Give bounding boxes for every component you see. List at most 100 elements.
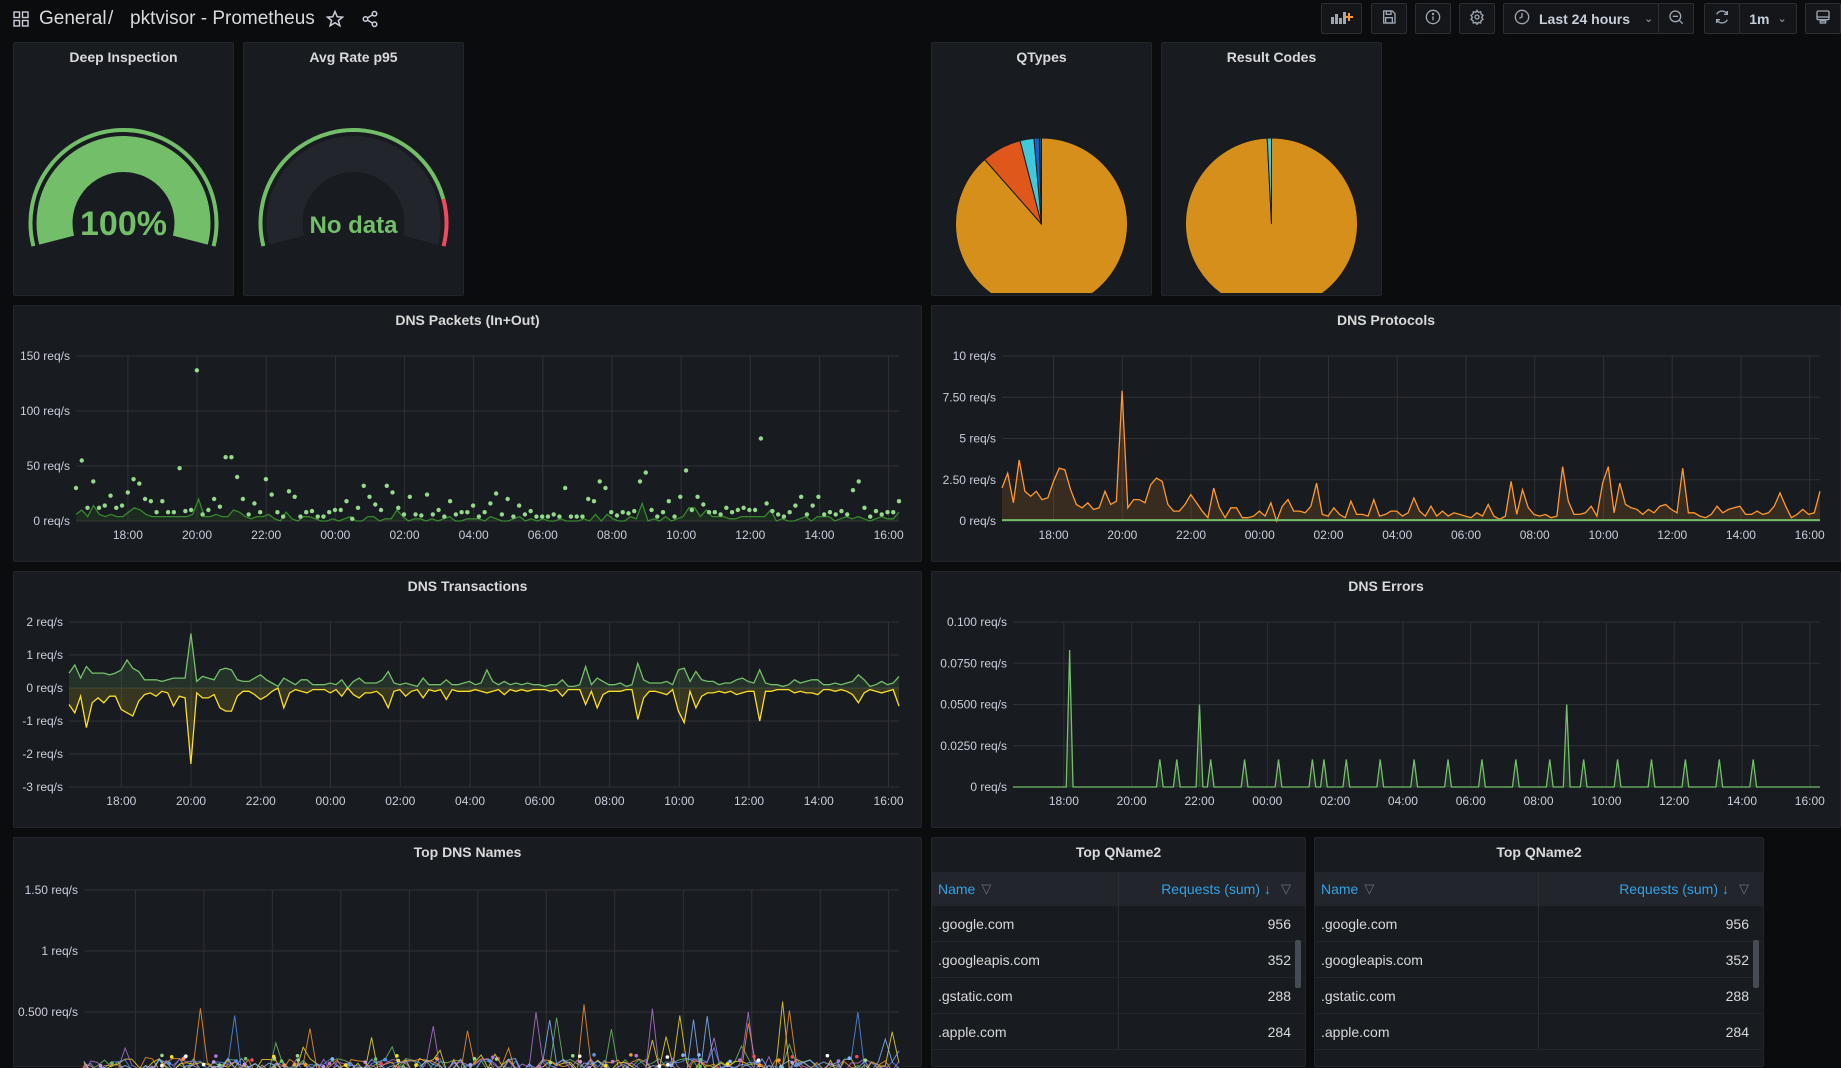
settings-icon [1469, 9, 1485, 29]
table-row[interactable]: .googleapis.com352 [1315, 942, 1763, 978]
x-tick-label: 02:00 [389, 528, 419, 542]
data-point [738, 1058, 742, 1062]
data-point [356, 506, 360, 510]
table-row[interactable]: .apple.com284 [1315, 1014, 1763, 1050]
panel-top-dns-names: Top DNS Names 0.500 req/s1 req/s1.50 req… [13, 837, 922, 1067]
add-panel-button[interactable] [1321, 3, 1362, 34]
zoom-out-button[interactable] [1658, 3, 1694, 34]
panel-dns-protocols: DNS Protocols 0 req/s2.50 req/s5 req/s7.… [931, 305, 1841, 562]
filter-icon[interactable]: ▽ [1364, 881, 1374, 897]
data-point [657, 1064, 661, 1068]
breadcrumb-folder[interactable]: General [39, 8, 107, 30]
y-tick-label: -3 req/s [22, 780, 63, 794]
data-point [488, 1059, 492, 1063]
data-point [666, 1063, 670, 1067]
data-point [511, 514, 515, 518]
dashboard-settings-button[interactable] [1459, 3, 1495, 34]
column-header-name[interactable]: Name▽ [1315, 872, 1539, 906]
data-point [333, 508, 337, 512]
data-point [298, 514, 302, 518]
table-scrollbar[interactable] [1295, 940, 1301, 988]
data-point [777, 1058, 781, 1062]
data-point [283, 1063, 287, 1067]
column-header-requests[interactable]: Requests (sum)↓▽ [1539, 872, 1763, 906]
data-point [258, 510, 262, 514]
data-point [448, 499, 452, 503]
data-point [805, 512, 809, 516]
table-row[interactable]: .gstatic.com288 [932, 978, 1305, 1014]
save-dashboard-button[interactable] [1371, 3, 1407, 34]
tv-mode-button[interactable] [1805, 3, 1841, 34]
panel-title: Deep Inspection [14, 49, 233, 65]
x-tick-label: 16:00 [874, 794, 904, 808]
x-tick-label: 20:00 [176, 794, 206, 808]
y-tick-label: 100 req/s [20, 404, 70, 418]
panel-title: Avg Rate p95 [244, 49, 463, 65]
data-point [435, 1057, 439, 1061]
pie-chart-result-codes [1162, 73, 1381, 293]
table-row[interactable]: .google.com956 [1315, 906, 1763, 942]
x-tick-label: 02:00 [1320, 794, 1350, 808]
data-point [363, 1060, 367, 1064]
x-tick-label: 02:00 [385, 794, 415, 808]
data-point [517, 503, 521, 507]
table-row[interactable]: .gstatic.com288 [1315, 978, 1763, 1014]
star-icon[interactable] [326, 10, 344, 33]
dashboard-info-button[interactable] [1415, 3, 1451, 34]
data-point [592, 1053, 596, 1057]
data-point [578, 1054, 582, 1058]
table-scrollbar[interactable] [1753, 940, 1759, 988]
chart-dns-packets: 0 req/s50 req/s100 req/s150 req/s18:0020… [14, 336, 921, 561]
data-point [523, 512, 527, 516]
apps-icon[interactable] [13, 11, 29, 32]
refresh-button[interactable] [1704, 3, 1740, 34]
x-tick-label: 00:00 [1245, 528, 1275, 542]
data-point [764, 501, 768, 505]
filter-icon[interactable]: ▽ [1739, 881, 1749, 897]
data-point [413, 512, 417, 516]
time-range-picker[interactable]: Last 24 hours ⌄ [1503, 3, 1659, 34]
dashboard-title[interactable]: pktvisor - Prometheus [130, 8, 315, 30]
data-point [344, 499, 348, 503]
data-point [103, 503, 107, 507]
data-point [431, 512, 435, 516]
data-point [713, 510, 717, 514]
data-point [160, 1054, 164, 1058]
data-point [826, 1054, 830, 1058]
refresh-interval-picker[interactable]: 1m ⌄ [1739, 3, 1797, 34]
pie-chart-qtypes [932, 73, 1151, 293]
column-header-name[interactable]: Name▽ [932, 872, 1119, 906]
sort-desc-icon: ↓ [1722, 881, 1729, 897]
data-point [327, 510, 331, 514]
y-tick-label: 0 req/s [33, 514, 70, 528]
data-point [200, 512, 204, 516]
column-header-requests[interactable]: Requests (sum)↓▽ [1119, 872, 1306, 906]
data-point [615, 513, 619, 517]
x-tick-label: 18:00 [1049, 794, 1079, 808]
data-point [172, 510, 176, 514]
x-tick-label: 12:00 [734, 794, 764, 808]
table-row[interactable]: .google.com956 [932, 906, 1305, 942]
cell-value: 288 [1539, 978, 1763, 1013]
data-point [757, 1058, 761, 1062]
data-point [264, 477, 268, 481]
data-point [166, 510, 170, 514]
cell-name: .gstatic.com [1315, 978, 1539, 1013]
share-icon[interactable] [361, 10, 379, 33]
data-point [724, 506, 728, 510]
table-row[interactable]: .apple.com284 [932, 1014, 1305, 1050]
data-point [862, 506, 866, 510]
data-point [494, 491, 498, 495]
data-point [672, 514, 676, 518]
refresh-icon [1714, 9, 1730, 29]
data-point [695, 495, 699, 499]
filter-icon[interactable]: ▽ [1281, 881, 1291, 897]
data-point [666, 1055, 670, 1059]
x-tick-label: 18:00 [1039, 528, 1069, 542]
data-point [241, 497, 245, 501]
filter-icon[interactable]: ▽ [981, 881, 991, 897]
table-row[interactable]: .googleapis.com352 [932, 942, 1305, 978]
gauge-avg-rate-p95: No data [244, 73, 463, 293]
data-point [287, 489, 291, 493]
cell-value: 288 [1119, 978, 1306, 1013]
